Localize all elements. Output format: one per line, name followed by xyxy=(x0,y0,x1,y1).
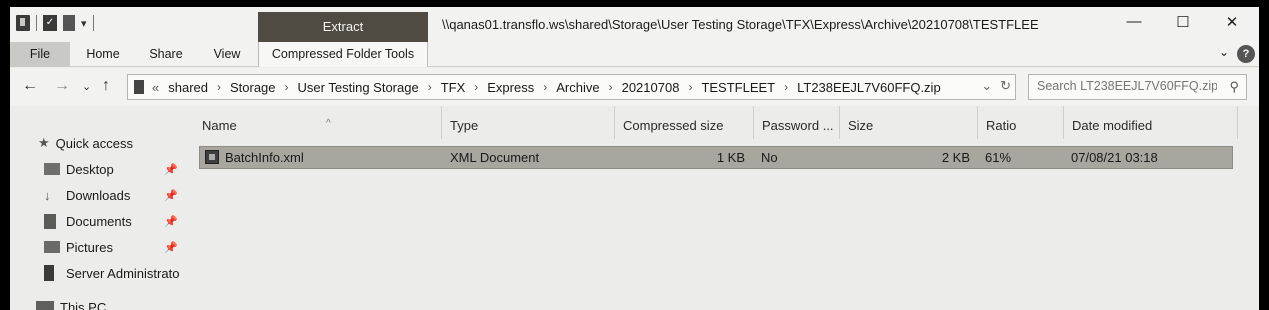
breadcrumb-user-testing-storage[interactable]: User Testing Storage xyxy=(298,80,419,95)
sort-ascending-icon: ^ xyxy=(326,118,331,129)
table-row[interactable]: BatchInfo.xml XML Document 1 KB No 2 KB … xyxy=(199,146,1233,169)
breadcrumb-zip-file[interactable]: LT238EEJL7V60FFQ.zip xyxy=(797,80,941,95)
column-header-date-modified[interactable]: Date modified xyxy=(1064,106,1238,139)
pin-icon[interactable]: 📌 xyxy=(164,241,178,254)
breadcrumb-overflow[interactable]: « xyxy=(152,80,159,95)
pin-icon[interactable]: 📌 xyxy=(164,215,178,228)
file-size: 2 KB xyxy=(941,150,970,165)
file-name: BatchInfo.xml xyxy=(225,150,304,165)
navigation-bar: ← → ⌄ ↑ « shared › Storage › User Testin… xyxy=(10,68,1259,106)
refresh-icon[interactable]: ↻ xyxy=(1000,78,1011,94)
tab-compressed-folder-tools[interactable]: Compressed Folder Tools xyxy=(258,42,428,67)
pictures-icon xyxy=(44,241,60,253)
nav-item-label: Downloads xyxy=(66,187,131,203)
nav-this-pc[interactable]: This PC xyxy=(36,295,182,310)
close-button[interactable]: ✕ xyxy=(1217,13,1247,31)
column-header-size[interactable]: Size xyxy=(840,106,978,139)
nav-item-label: Pictures xyxy=(66,239,113,255)
nav-item-pictures[interactable]: Pictures 📌 xyxy=(44,235,182,259)
breadcrumb-separator[interactable]: › xyxy=(784,80,788,94)
file-ratio: 61% xyxy=(985,150,1012,165)
download-arrow-icon: ↓ xyxy=(44,187,51,203)
nav-item-label: Documents xyxy=(66,213,132,229)
star-icon: ★ xyxy=(38,135,50,150)
file-date-modified: 07/08/21 03:18 xyxy=(1071,150,1158,165)
tab-file[interactable]: File xyxy=(10,42,70,67)
minimize-button[interactable]: — xyxy=(1119,13,1149,30)
tab-share[interactable]: Share xyxy=(140,42,192,67)
address-bar[interactable]: « shared › Storage › User Testing Storag… xyxy=(127,74,1016,100)
column-header-ratio[interactable]: Ratio xyxy=(978,106,1064,139)
recent-locations-chevron-icon[interactable]: ⌄ xyxy=(82,80,91,93)
forward-arrow-icon[interactable]: → xyxy=(54,77,70,95)
nav-item-downloads[interactable]: ↓ Downloads 📌 xyxy=(44,183,182,207)
search-icon[interactable]: ⚲ xyxy=(1229,79,1239,95)
breadcrumb-separator[interactable]: › xyxy=(688,80,692,94)
xml-file-icon xyxy=(205,150,219,164)
nav-this-pc-label: This PC xyxy=(60,299,107,310)
window-title: \\qanas01.transflo.ws\shared\Storage\Use… xyxy=(442,17,1039,32)
file-compressed-size: 1 KB xyxy=(716,150,745,165)
help-icon[interactable]: ? xyxy=(1237,45,1255,63)
breadcrumb-separator[interactable]: › xyxy=(428,80,432,94)
zip-folder-icon xyxy=(134,80,144,94)
column-header-compressed-size[interactable]: Compressed size xyxy=(615,106,754,139)
breadcrumb-shared[interactable]: shared xyxy=(168,80,208,95)
breadcrumb-separator[interactable]: › xyxy=(285,80,289,94)
nav-item-label: Desktop xyxy=(66,161,114,177)
ribbon-tabs: File Home Share View Compressed Folder T… xyxy=(10,42,1259,67)
expand-ribbon-icon[interactable]: ⌄ xyxy=(1219,45,1229,59)
file-password: No xyxy=(761,150,778,165)
breadcrumb: « shared › Storage › User Testing Storag… xyxy=(134,75,941,99)
file-list: ^ Name Type Compressed size Password ...… xyxy=(182,106,1259,310)
pin-icon[interactable]: 📌 xyxy=(164,189,178,202)
column-headers: ^ Name Type Compressed size Password ...… xyxy=(182,106,1259,139)
nav-item-documents[interactable]: Documents 📌 xyxy=(44,209,182,233)
customize-toolbar-icon[interactable]: ▾ xyxy=(81,17,87,30)
breadcrumb-separator[interactable]: › xyxy=(474,80,478,94)
column-header-type[interactable]: Type xyxy=(442,106,615,139)
tab-home[interactable]: Home xyxy=(76,42,130,67)
breadcrumb-separator[interactable]: › xyxy=(609,80,613,94)
documents-icon xyxy=(44,213,56,229)
up-arrow-icon[interactable]: ↑ xyxy=(102,77,110,95)
toolbar-divider xyxy=(36,15,37,31)
navigation-pane: ★ Quick access Desktop 📌 ↓ Downloads 📌 D… xyxy=(10,106,182,310)
column-header-name[interactable]: ^ Name xyxy=(194,106,442,139)
properties-icon[interactable]: ✓ xyxy=(43,15,57,31)
file-explorer-window: ✓ ▾ Extract \\qanas01.transflo.ws\shared… xyxy=(10,7,1259,310)
breadcrumb-20210708[interactable]: 20210708 xyxy=(622,80,680,95)
nav-item-label: Server Administrato xyxy=(66,265,180,281)
zip-folder-icon xyxy=(16,15,30,31)
quick-access-toolbar: ✓ ▾ xyxy=(16,15,94,31)
address-tools: ⌄ ↻ xyxy=(981,78,1011,94)
breadcrumb-storage[interactable]: Storage xyxy=(230,80,276,95)
new-folder-icon[interactable] xyxy=(63,15,75,31)
breadcrumb-separator[interactable]: › xyxy=(543,80,547,94)
toolbar-divider xyxy=(92,15,94,31)
nav-quick-access-label: Quick access xyxy=(55,135,133,151)
nav-quick-access[interactable]: ★ Quick access xyxy=(38,131,182,155)
tab-view[interactable]: View xyxy=(203,42,251,67)
column-header-password[interactable]: Password ... xyxy=(754,106,840,139)
title-bar: ✓ ▾ Extract \\qanas01.transflo.ws\shared… xyxy=(10,7,1259,42)
breadcrumb-express[interactable]: Express xyxy=(487,80,534,95)
maximize-button[interactable]: ☐ xyxy=(1168,13,1198,31)
computer-icon xyxy=(36,301,54,310)
breadcrumb-separator[interactable]: › xyxy=(217,80,221,94)
extract-context-tab[interactable]: Extract xyxy=(258,12,428,42)
address-dropdown-chevron-icon[interactable]: ⌄ xyxy=(981,78,992,94)
breadcrumb-archive[interactable]: Archive xyxy=(556,80,599,95)
search-box[interactable]: ⚲ xyxy=(1028,74,1247,100)
pin-icon[interactable]: 📌 xyxy=(164,163,178,176)
file-type: XML Document xyxy=(450,150,540,165)
nav-item-desktop[interactable]: Desktop 📌 xyxy=(44,157,182,181)
back-arrow-icon[interactable]: ← xyxy=(22,77,38,95)
breadcrumb-testfleet[interactable]: TESTFLEET xyxy=(701,80,775,95)
nav-item-server-administrator[interactable]: Server Administrato xyxy=(44,261,182,285)
search-input[interactable] xyxy=(1037,79,1217,93)
breadcrumb-tfx[interactable]: TFX xyxy=(441,80,466,95)
desktop-icon xyxy=(44,163,60,175)
folder-icon xyxy=(44,265,54,281)
